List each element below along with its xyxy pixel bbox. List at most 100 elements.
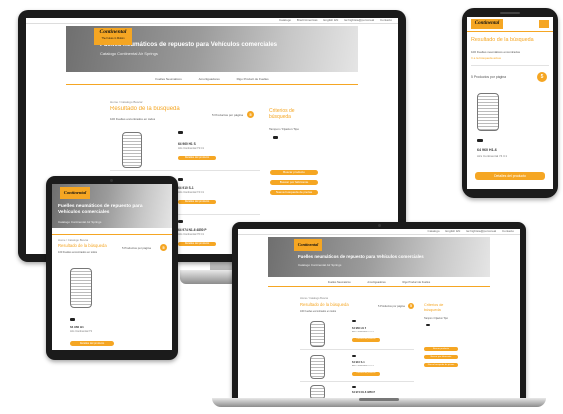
results-title: Resultado de la búsqueda (300, 302, 349, 307)
product-image[interactable] (310, 385, 325, 398)
laptop-camera (378, 224, 381, 227)
truck-icon (426, 324, 430, 326)
phone-speaker (500, 12, 520, 14)
breadcrumb[interactable]: Home / Catalogo Buscar (110, 100, 143, 104)
topbar-link[interactable]: Iar.hightsia@porcoreal (344, 18, 374, 22)
row-divider (471, 65, 549, 66)
hero-subtitle: Catalogo Continental Air Springs (298, 263, 342, 267)
product-details-button[interactable]: Detalles del producto (352, 372, 380, 376)
per-page-select[interactable]: 5 Productos por página (378, 305, 405, 308)
product-detail: Airs Continental 73 C1 (178, 147, 204, 150)
results-found: 100 Fuelles encontrados en todos (58, 251, 98, 254)
phone-filter-link[interactable]: Ir a la búsqueda actual (471, 56, 501, 60)
filter-value[interactable]: Tampon / Fijacion Tipo (424, 317, 448, 320)
product-code: 64 960 H1 (70, 325, 84, 329)
filter-button-search[interactable]: Buscar producto (424, 347, 458, 351)
filter-title: Criterios de búsqueda (269, 108, 295, 120)
per-page-badge[interactable]: 5 (247, 111, 254, 118)
topbar-link[interactable]: Catalogo (279, 18, 291, 22)
product-code: 64 974 N1-6 4850 P (178, 228, 207, 232)
topbar-link[interactable]: Contacto (380, 18, 392, 22)
phone-results-title: Resultado de la búsqueda (471, 37, 534, 43)
laptop-hinge-notch (359, 398, 399, 401)
hero-title: Fuelles neumáticos de repuesto para Vehí… (58, 204, 166, 216)
per-page-select[interactable]: 5 Productos por página (212, 113, 243, 117)
product-details-button[interactable]: Detalles del producto (178, 200, 216, 204)
topbar-link[interactable]: Brazil Americas (297, 18, 318, 22)
topbar-link[interactable]: Catalogo (428, 229, 440, 233)
per-page-select[interactable]: 5 Productos por página (122, 246, 151, 250)
phone-screen: Continental Resultado de la búsqueda 100… (467, 17, 553, 189)
product-detail: Airs Continental 74 C1 (352, 365, 374, 367)
results-title: Resultado de la búsqueda (58, 243, 107, 248)
product-detail: Airs Continental 74 C1 (178, 191, 204, 194)
product-image[interactable] (122, 132, 142, 168)
nav-divider (66, 84, 358, 85)
phone-results-found: 100 Fuelles neumáticos encontrados (471, 50, 521, 54)
truck-icon (178, 178, 183, 181)
filter-button-new[interactable]: Nueva busqueda de piezas (270, 190, 318, 195)
topbar-link[interactable]: Iar.hightsia@porcoreal (466, 229, 496, 233)
truck-icon (178, 220, 183, 223)
topbar: Catalogo English EN Iar.hightsia@porcore… (238, 229, 520, 235)
results-found: 100 Fuelles encontrados en todos (110, 117, 156, 121)
nav-item[interactable]: Rigo Product de Fuelles (237, 77, 269, 81)
filter-button-manufacturer[interactable]: Buscar por fabricante (270, 180, 318, 185)
brand-name: Continental (99, 29, 127, 35)
truck-icon (70, 318, 75, 321)
filter-title: Criterios de búsqueda (424, 303, 444, 312)
hamburger-menu-icon[interactable] (539, 20, 549, 28)
breadcrumb[interactable]: Home / Catalogo Buscar (58, 238, 88, 242)
results-found: 100 Fuelles encontrados en todos (300, 310, 337, 313)
product-detail: Airs Continental 73 C1 (352, 331, 374, 333)
nav-item[interactable]: Fuelles Neumaticos (328, 281, 351, 284)
header-divider (467, 31, 553, 32)
brand-logo[interactable]: Continental The Future in Motion (94, 28, 132, 45)
product-details-button[interactable]: Detalles del producto (70, 341, 114, 346)
row-divider (300, 349, 414, 350)
nav-divider (52, 234, 172, 235)
per-page-badge[interactable]: 5 (408, 303, 414, 309)
laptop-device: Catalogo English EN Iar.hightsia@porcore… (212, 222, 546, 412)
product-details-button[interactable]: Detalles del producto (178, 242, 216, 246)
phone-per-page-select[interactable]: 5 Productos por página (471, 75, 506, 79)
product-detail: Airs Continental 73 (70, 330, 92, 333)
product-image[interactable] (477, 93, 499, 131)
topbar-link[interactable]: Contacto (502, 229, 514, 233)
phone-per-page-badge[interactable]: 5 (537, 72, 547, 82)
product-image[interactable] (310, 321, 325, 347)
phone-product-detail: Airs Continental 74 C1 (477, 154, 508, 158)
nav-divider (268, 286, 490, 287)
filter-button-search[interactable]: Buscar producto (270, 170, 318, 175)
phone-product-code: 64 960 H1-6 (477, 148, 497, 152)
topbar-link[interactable]: English EN (323, 18, 338, 22)
row-divider (300, 381, 414, 382)
topbar: Catalogo Brazil Americas English EN Iar.… (26, 18, 398, 24)
filter-button-manufacturer[interactable]: Buscar por fabricante (424, 355, 458, 359)
product-details-button[interactable]: Detalles del producto (178, 156, 216, 160)
filter-button-new[interactable]: Nueva busqueda de piezas (424, 363, 458, 367)
phone-details-button[interactable]: Detalles del producto (475, 172, 545, 180)
breadcrumb[interactable]: Home / Catalogo Buscar (300, 297, 328, 300)
brand-logo[interactable]: Continental (471, 19, 503, 29)
product-detail: Airs Continental 76 C1 (178, 233, 204, 236)
nav-item[interactable]: Amortiguadores (199, 77, 220, 81)
product-image[interactable] (70, 268, 92, 308)
tablet-device: Fuelles neumáticos de repuesto para Vehí… (46, 176, 178, 360)
tablet-screen: Fuelles neumáticos de repuesto para Vehí… (52, 184, 172, 350)
topbar-link[interactable]: English EN (445, 229, 460, 233)
product-details-button[interactable]: Detalles del producto (352, 338, 380, 342)
product-code: 64 910 S-1 (178, 186, 194, 190)
main-nav: Fuelles Neumaticos Amortiguadores Rigo P… (238, 280, 520, 285)
nav-item[interactable]: Fuelles Neumaticos (155, 77, 181, 81)
brand-name: Continental (474, 21, 500, 26)
per-page-badge[interactable]: 5 (160, 244, 167, 251)
main-nav: Fuelles Neumaticos Amortiguadores Rigo P… (26, 76, 398, 82)
brand-logo[interactable]: Continental (294, 239, 322, 251)
filter-value[interactable]: Tampon / Fijacion Tipo (269, 127, 299, 131)
brand-logo[interactable]: Continental (60, 187, 90, 199)
product-image[interactable] (310, 355, 325, 379)
nav-item[interactable]: Amortiguadores (367, 281, 385, 284)
nav-item[interactable]: Rigo Product de Fuelles (402, 281, 430, 284)
laptop-screen: Catalogo English EN Iar.hightsia@porcore… (238, 229, 520, 398)
